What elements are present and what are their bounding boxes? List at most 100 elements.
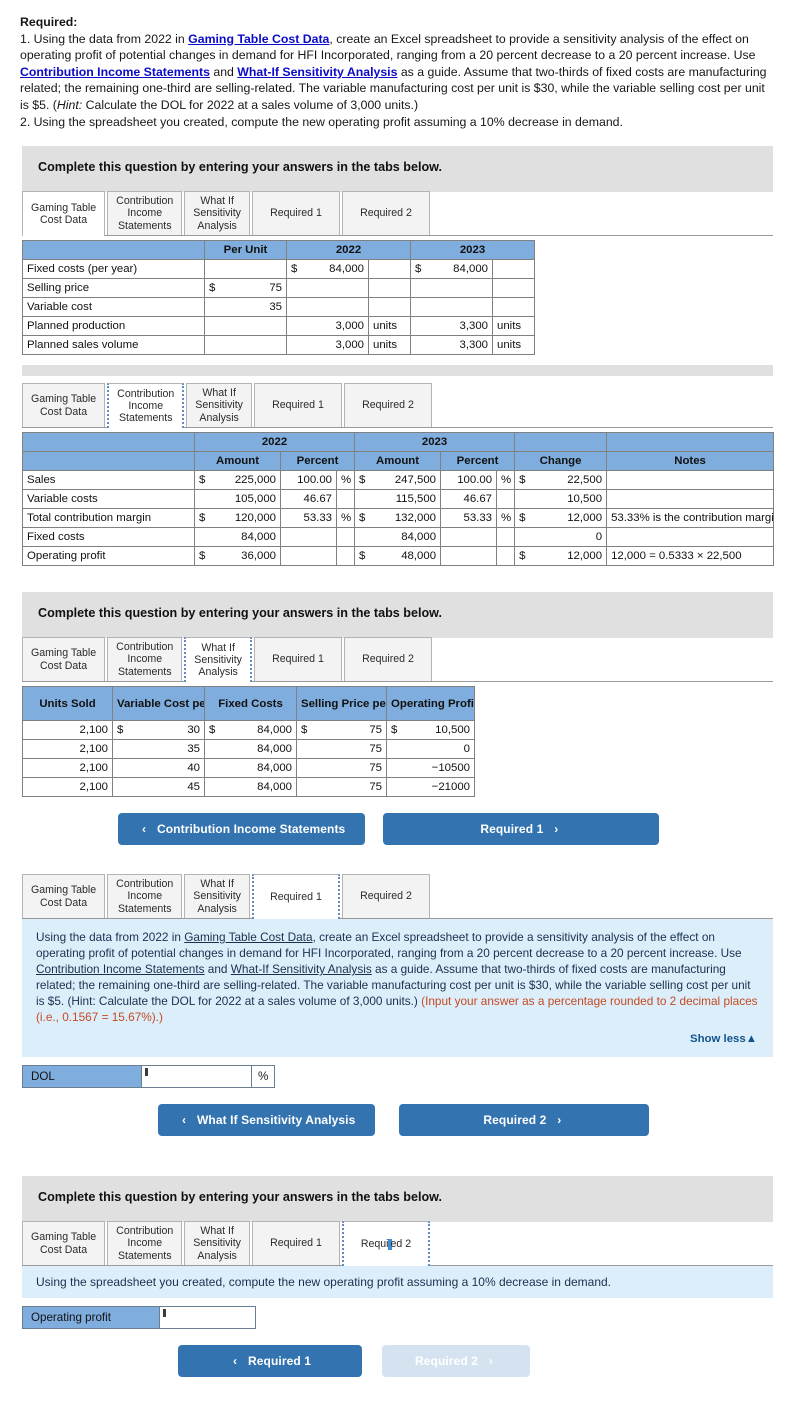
cell-variable-cost: 40 <box>112 758 205 779</box>
tab-gaming-table-cost-data[interactable]: Gaming Table Cost Data <box>22 383 106 428</box>
header-2023: 2023 <box>354 432 516 453</box>
currency-symbol: $ <box>415 263 422 276</box>
table-row: Fixed costs 84,000 84,000 0 <box>22 527 775 548</box>
table-row: Sales $225,000 100.00 % $247,500 100.00 … <box>22 470 775 491</box>
prev-contribution-income-statements-button[interactable]: ‹ Contribution Income Statements <box>118 813 366 846</box>
table-row: 2,100 40 84,000 75 −10500 <box>22 758 475 779</box>
cell-change: 0 <box>514 527 608 548</box>
req1-text-mid-2: and <box>204 962 231 977</box>
cell-value: 75 <box>369 724 382 737</box>
tabstrip-2: Gaming Table Cost Data Contribution Inco… <box>22 383 773 429</box>
table-row: 2,100 45 84,000 75 −21000 <box>22 777 475 798</box>
link-contribution-income-statements[interactable]: Contribution Income Statements <box>36 962 205 976</box>
tab-required-2[interactable]: Requi ed 2 <box>341 1221 430 1267</box>
tab-required-1[interactable]: Required 1 <box>253 383 342 428</box>
tab-gaming-table-cost-data[interactable]: Gaming Table Cost Data <box>22 1221 106 1266</box>
tab-required-2[interactable]: Required 2 <box>343 637 432 682</box>
cell-value: 84,000 <box>329 263 364 276</box>
operating-profit-label: Operating profit <box>23 1307 159 1329</box>
show-less-label: Show less <box>690 1033 746 1046</box>
tab-what-if-sensitivity-analysis[interactable]: What If Sensitivity Analysis <box>184 874 250 919</box>
tab-contribution-income-statements[interactable]: Contribution Income Statements <box>107 383 185 429</box>
cell-percent-2022: 100.00 <box>280 470 337 491</box>
tabstrip-1: Gaming Table Cost Data Contribution Inco… <box>22 191 773 237</box>
row-label: Total contribution margin <box>22 508 195 529</box>
cell-2023: $84,000 <box>410 259 493 280</box>
cell-amount-2022: $225,000 <box>194 470 281 491</box>
cell-2022-unit: units <box>368 335 411 356</box>
cell-2022-unit <box>368 278 411 299</box>
cell-per-unit <box>204 259 287 280</box>
nav-row-1: ‹ Contribution Income Statements Require… <box>118 813 795 846</box>
link-gaming-table-cost-data[interactable]: Gaming Table Cost Data <box>188 32 329 46</box>
next-required-1-button[interactable]: Required 1 › <box>383 813 660 846</box>
link-contribution-income-statements[interactable]: Contribution Income Statements <box>20 65 210 79</box>
chevron-left-icon: ‹ <box>142 822 147 837</box>
tab-what-if-sensitivity-analysis[interactable]: What If Sensitivity Analysis <box>184 1221 250 1266</box>
tab-required-2[interactable]: Required 2 <box>341 191 430 236</box>
currency-symbol: $ <box>519 474 526 487</box>
chevron-right-icon: › <box>554 822 559 837</box>
tab-what-if-sensitivity-analysis[interactable]: What If Sensitivity Analysis <box>184 191 250 236</box>
prev-required-1-button[interactable]: ‹ Required 1 <box>178 1345 362 1378</box>
show-less-toggle[interactable]: Show less▲ <box>36 1025 759 1049</box>
header-2023: 2023 <box>410 240 535 261</box>
button-label: What If Sensitivity Analysis <box>196 1113 356 1128</box>
tab-what-if-sensitivity-analysis[interactable]: What If Sensitivity Analysis <box>184 637 252 683</box>
header-selling-price-per-unit: Selling Price per Unit <box>296 686 387 722</box>
header-units-sold: Units Sold <box>22 686 113 722</box>
dol-label: DOL <box>23 1066 141 1088</box>
link-gaming-table-cost-data[interactable]: Gaming Table Cost Data <box>184 930 312 944</box>
contribution-income-sheet-wrap: 2022 2023 Amount Percent Amount Percent … <box>22 428 775 567</box>
header-blank-notes <box>606 432 775 453</box>
cell-value: 225,000 <box>234 474 276 487</box>
tab-required-1[interactable]: Required 1 <box>251 874 340 920</box>
next-required-2-button[interactable]: Required 2 › <box>399 1104 650 1137</box>
cell-percent-sign: % <box>335 470 356 491</box>
cell-operating-profit: −21000 <box>386 777 475 798</box>
required-intro: Required: 1. Using the data from 2022 in… <box>0 0 795 136</box>
tab-gaming-table-cost-data[interactable]: Gaming Table Cost Data <box>22 191 106 237</box>
prev-what-if-sensitivity-analysis-button[interactable]: ‹ What If Sensitivity Analysis <box>158 1104 376 1137</box>
cell-variable-cost: 35 <box>112 739 205 760</box>
tab-what-if-sensitivity-analysis[interactable]: What If Sensitivity Analysis <box>186 383 252 428</box>
tab-required-1[interactable]: Required 1 <box>253 637 342 682</box>
nav-row-3: ‹ Required 1 Required 2 › <box>178 1345 795 1378</box>
cell-selling-price: $75 <box>296 720 387 741</box>
next-required-2-button-disabled: Required 2 › <box>382 1345 530 1378</box>
tab-contribution-income-statements[interactable]: Contribution Income Statements <box>107 874 183 919</box>
tab-required-2[interactable]: Required 2 <box>343 383 432 428</box>
dol-input[interactable] <box>141 1066 251 1088</box>
button-label: Required 2 <box>415 1354 479 1369</box>
currency-symbol: $ <box>519 512 526 525</box>
header-per-unit: Per Unit <box>204 240 287 261</box>
dol-percent-suffix: % <box>251 1066 275 1088</box>
row-label: Variable cost <box>22 297 205 318</box>
cell-percent-sign <box>496 527 516 548</box>
cell-value: 84,000 <box>257 724 292 737</box>
tab-contribution-income-statements[interactable]: Contribution Income Statements <box>107 191 183 236</box>
chevron-left-icon: ‹ <box>233 1354 238 1369</box>
operating-profit-input[interactable] <box>159 1307 255 1329</box>
tab-gaming-table-cost-data[interactable]: Gaming Table Cost Data <box>22 637 106 682</box>
tab-required-1[interactable]: Required 1 <box>251 191 340 236</box>
cell-value: 75 <box>269 282 282 295</box>
cell-notes <box>606 489 775 510</box>
tab-required-1[interactable]: Required 1 <box>251 1221 340 1266</box>
link-what-if-sensitivity-analysis[interactable]: What-If Sensitivity Analysis <box>231 962 372 976</box>
header-operating-profit: Operating Profit <box>386 686 475 722</box>
table-row: Variable costs 105,000 46.67 115,500 46.… <box>22 489 775 510</box>
cell-notes <box>606 527 775 548</box>
header-2022: 2022 <box>286 240 411 261</box>
cell-2023-unit: units <box>492 316 535 337</box>
tab-contribution-income-statements[interactable]: Contribution Income Statements <box>107 637 183 682</box>
cell-units-sold: 2,100 <box>22 739 113 760</box>
tab-contribution-income-statements[interactable]: Contribution Income Statements <box>107 1221 183 1266</box>
tab-required-2[interactable]: Required 2 <box>341 874 430 919</box>
tab-gaming-table-cost-data[interactable]: Gaming Table Cost Data <box>22 874 106 919</box>
tabstrip-5: Gaming Table Cost Data Contribution Inco… <box>22 1221 773 1267</box>
row-label: Selling price <box>22 278 205 299</box>
cell-notes: 12,000 = 0.5333 × 22,500 <box>606 546 775 567</box>
link-what-if-sensitivity-analysis[interactable]: What-If Sensitivity Analysis <box>237 65 397 79</box>
